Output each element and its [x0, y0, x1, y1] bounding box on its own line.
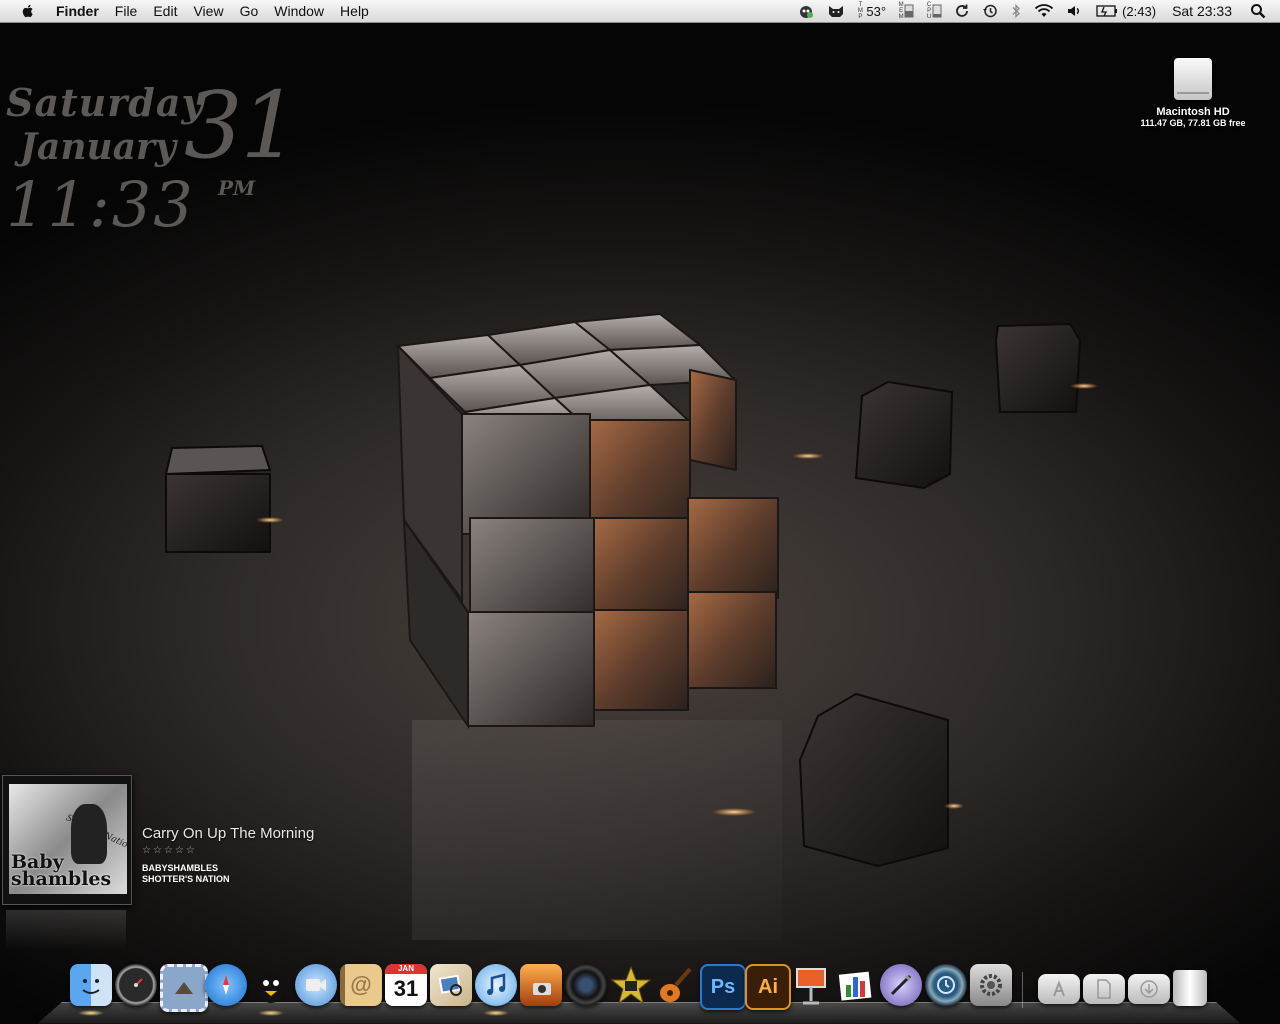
album-artwork[interactable]: Shotters Nation Baby shambles: [2, 775, 132, 905]
camera-icon[interactable]: [565, 964, 607, 1006]
itunes-icon[interactable]: [475, 964, 517, 1016]
documents-folder-icon[interactable]: [1083, 974, 1125, 1004]
drive-name: Macintosh HD: [1156, 106, 1230, 118]
clock-month: January: [20, 126, 176, 168]
album-cover: Shotters Nation Baby shambles: [9, 784, 127, 894]
clock-time: 11:33: [6, 168, 195, 241]
iphoto-icon[interactable]: [430, 964, 472, 1006]
ichat-icon[interactable]: [295, 964, 337, 1006]
keynote-icon[interactable]: [790, 964, 832, 1006]
numbers-icon[interactable]: [835, 964, 877, 1006]
safari-icon[interactable]: [205, 964, 247, 1006]
image-capture-icon[interactable]: [520, 964, 562, 1006]
drive-info: 111.47 GB, 77.81 GB free: [1140, 118, 1246, 128]
time-machine-dock-icon[interactable]: [925, 964, 967, 1006]
script-editor-icon[interactable]: [880, 964, 922, 1006]
imovie-icon[interactable]: [610, 964, 652, 1006]
macintosh-hd-icon[interactable]: Macintosh HD 111.47 GB, 77.81 GB free: [1130, 58, 1256, 128]
clock-ampm: PM: [218, 176, 256, 200]
ical-icon[interactable]: JAN 31: [385, 964, 427, 1006]
photoshop-icon[interactable]: Ps: [700, 964, 746, 1010]
now-playing-artist: BABYSHAMBLES: [142, 863, 219, 873]
system-preferences-icon[interactable]: [970, 964, 1012, 1006]
address-book-icon[interactable]: @: [340, 964, 382, 1006]
ical-month: JAN: [385, 964, 427, 974]
cover-logo-text: Baby shambles: [11, 851, 112, 890]
hard-drive-icon: [1174, 58, 1212, 100]
now-playing-album: SHOTTER'S NATION: [142, 874, 230, 884]
applications-folder-icon[interactable]: [1038, 974, 1080, 1004]
downloads-folder-icon[interactable]: [1128, 974, 1170, 1004]
photoshop-label: Ps: [710, 975, 736, 998]
adium-duck-icon[interactable]: [250, 964, 292, 1016]
dock-separator: [1022, 972, 1023, 1008]
ical-day: 31: [393, 976, 419, 1001]
illustrator-label: Ai: [758, 975, 778, 998]
garageband-icon[interactable]: [655, 964, 697, 1006]
finder-icon[interactable]: [70, 964, 112, 1016]
trash-icon[interactable]: [1173, 970, 1207, 1006]
mail-stamp-icon[interactable]: [160, 964, 208, 1012]
clock-date: 31: [184, 72, 299, 179]
album-artwork-reflection: [6, 910, 126, 950]
now-playing-title: Carry On Up The Morning: [142, 825, 315, 842]
dock: @ JAN 31 Ps Ai: [0, 964, 1280, 1016]
clock-day: Saturday: [6, 80, 205, 125]
rating-stars[interactable]: ☆☆☆☆☆: [142, 845, 197, 856]
dashboard-icon[interactable]: [115, 964, 157, 1006]
illustrator-icon[interactable]: Ai: [745, 964, 791, 1010]
